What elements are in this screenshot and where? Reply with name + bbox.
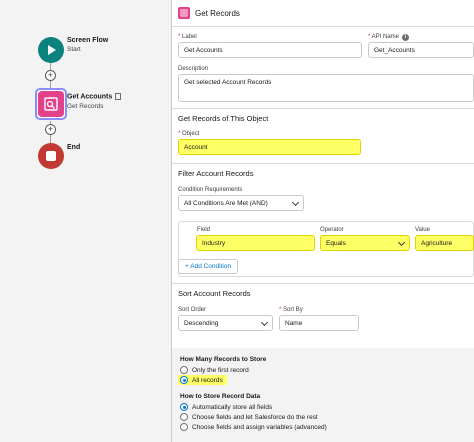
api-name-field-label: * API Name i <box>368 34 410 41</box>
operator-column-label: Operator <box>320 227 344 233</box>
stop-icon <box>46 151 56 161</box>
filter-operator-value: Equals <box>326 239 346 247</box>
radio-button-selected[interactable] <box>180 376 188 384</box>
chevron-down-icon <box>260 318 269 327</box>
get-records-node[interactable] <box>35 88 67 120</box>
end-node-title: End <box>67 144 81 151</box>
sort-order-label: Sort Order <box>178 307 207 313</box>
sort-order-select[interactable]: Descending <box>178 315 273 331</box>
condition-requirements-label: Condition Requirements <box>178 187 243 193</box>
label-input[interactable]: Get Accounts <box>178 42 362 58</box>
start-node[interactable] <box>38 37 64 63</box>
info-icon[interactable]: i <box>402 34 410 41</box>
radio-button[interactable] <box>180 413 188 421</box>
flow-canvas: Screen Flow Start + Get Accounts Get Rec… <box>0 0 172 442</box>
radio-choose-fields-assign[interactable]: Choose fields and assign variables (adva… <box>180 423 327 431</box>
get-records-node-subtitle: Get Records <box>67 103 104 110</box>
label-field-label: * Label <box>178 34 197 40</box>
filter-section-title: Filter Account Records <box>178 169 254 178</box>
radio-label: Automatically store all fields <box>192 403 273 411</box>
api-name-input[interactable]: Get_Accounts <box>368 42 474 58</box>
filter-value-input[interactable]: Agriculture <box>415 235 474 251</box>
object-field-label: * Object <box>178 131 200 137</box>
add-element-button[interactable]: + <box>45 124 56 135</box>
filter-field-input[interactable]: Industry <box>196 235 315 251</box>
object-section-title: Get Records of This Object <box>178 114 269 123</box>
get-records-icon <box>178 7 190 19</box>
field-column-label: Field <box>197 227 211 233</box>
chevron-down-icon <box>291 198 300 207</box>
panel-title: Get Records <box>195 8 240 18</box>
panel-header: Get Records <box>172 0 474 27</box>
object-input[interactable]: Account <box>178 139 361 155</box>
radio-only-first-record[interactable]: Only the first record <box>180 366 249 374</box>
sort-order-value: Descending <box>184 319 219 327</box>
play-icon <box>48 45 56 55</box>
chevron-down-icon <box>397 238 406 247</box>
description-icon <box>115 93 122 100</box>
radio-label: Choose fields and assign variables (adva… <box>192 423 327 431</box>
radio-all-records[interactable]: All records <box>178 375 227 385</box>
add-element-button[interactable]: + <box>45 70 56 81</box>
radio-button[interactable] <box>180 423 188 431</box>
description-field-label: Description <box>178 66 209 72</box>
get-records-icon <box>44 97 58 111</box>
how-many-records-title: How Many Records to Store <box>180 356 267 363</box>
get-records-node-title: Get Accounts <box>67 93 122 101</box>
sort-by-label: * Sort By <box>279 307 303 313</box>
start-node-subtitle: Start <box>67 46 81 53</box>
radio-label: Choose fields and let Salesforce do the … <box>192 413 318 421</box>
start-node-title: Screen Flow <box>67 37 109 44</box>
radio-button[interactable] <box>180 366 188 374</box>
condition-requirements-select[interactable]: All Conditions Are Met (AND) <box>178 195 304 211</box>
sort-section: Sort Account Records <box>172 283 474 345</box>
radio-auto-store[interactable]: Automatically store all fields <box>180 403 272 411</box>
description-textarea[interactable]: Get selected Account Records <box>178 74 474 102</box>
filter-operator-select[interactable]: Equals <box>320 235 410 251</box>
how-to-store-title: How to Store Record Data <box>180 393 261 400</box>
radio-label: Only the first record <box>192 366 249 374</box>
sort-by-input[interactable]: Name <box>279 315 359 331</box>
add-condition-button[interactable]: + Add Condition <box>178 259 239 274</box>
sort-section-title: Sort Account Records <box>178 289 251 298</box>
radio-label: All records <box>192 376 223 384</box>
value-column-label: Value <box>415 227 430 233</box>
radio-button-selected[interactable] <box>180 403 188 411</box>
end-node[interactable] <box>38 143 64 169</box>
condition-requirements-value: All Conditions Are Met (AND) <box>184 199 268 207</box>
get-records-node-title-text: Get Accounts <box>67 93 113 101</box>
radio-choose-fields-salesforce[interactable]: Choose fields and let Salesforce do the … <box>180 413 318 421</box>
